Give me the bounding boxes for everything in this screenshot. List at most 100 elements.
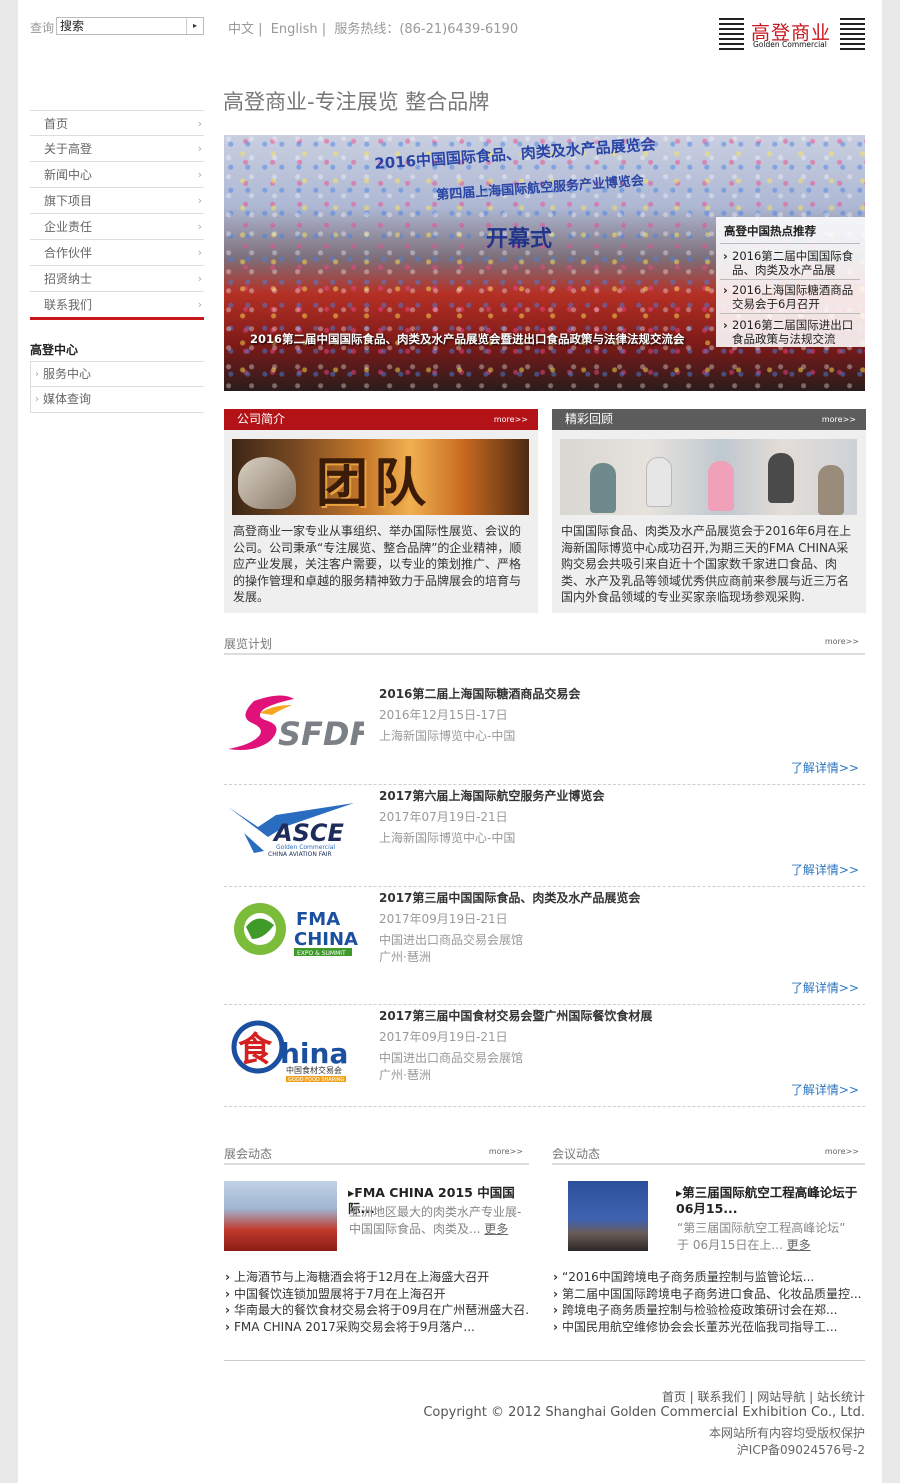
news-item[interactable]: 中国餐饮连锁加盟展将于7月在上海召开 — [224, 1286, 529, 1303]
expo-detail-link[interactable]: 了解详情>> — [791, 1081, 859, 1098]
footer-divider — [224, 1360, 865, 1361]
sidebar-item-projects[interactable]: 旗下项目 — [30, 188, 204, 214]
news-item[interactable]: 中国民用航空维修协会会长董苏光莅临我司指导工... — [552, 1319, 865, 1336]
footer-links: 首页 | 联系我们 | 网站导航 | 站长统计 — [662, 1388, 865, 1405]
svg-text:GOOD FOOD SHARING: GOOD FOOD SHARING — [288, 1077, 344, 1083]
sidebar-item-home[interactable]: 首页 — [30, 110, 204, 137]
review-text: 中国国际食品、肉类及水产品展览会于2016年6月在上海新国际博览中心成功召开,为… — [561, 524, 852, 604]
expo-item: 食 hina 中国食材交易会 GOOD FOOD SHARING 2017第三届… — [224, 1005, 865, 1107]
news-item[interactable]: 第二届中国国际跨境电子商务进口食品、化妆品质量控... — [552, 1286, 865, 1303]
expo-title[interactable]: 2016第二届上海国际糖酒商品交易会 — [379, 685, 580, 702]
news-item[interactable]: 华南最大的餐饮食材交易会将于09月在广州琶洲盛大召... — [224, 1302, 529, 1319]
banner-caption: 2016第二届中国国际食品、肉类及水产品展览会暨进出口食品政策与法律法规交流会 — [250, 332, 685, 346]
expo-plan-title: 展览计划 — [224, 637, 273, 651]
expo-news-more-link[interactable]: more>> — [489, 1147, 523, 1156]
expo-news-thumbnail[interactable] — [224, 1181, 337, 1251]
sidebar-item-service-center[interactable]: 服务中心 — [30, 361, 204, 387]
search-label: 查询 — [30, 21, 55, 35]
team-image-word: 团队 — [316, 454, 433, 514]
company-intro-more-link[interactable]: more>> — [494, 409, 528, 430]
search-input[interactable]: 搜索 — [56, 17, 204, 35]
conf-news-more-link[interactable]: more>> — [825, 1147, 859, 1156]
hot-recommend-panel: 高登中国热点推荐 2016第二届中国国际食品、肉类及水产品展 2016上海国际糖… — [716, 217, 865, 347]
person-figure — [708, 461, 734, 511]
hero-banner[interactable]: 2016中国国际食品、肉类及水产品展览会 第四届上海国际航空服务产业博览会 开幕… — [224, 135, 865, 391]
conf-news-list: “2016中国跨境电子商务质量控制与监管论坛... 第二届中国国际跨境电子商务进… — [552, 1269, 865, 1335]
logo-bars-right-icon — [840, 18, 865, 50]
expo-date: 2016年12月15日-17日 — [379, 708, 508, 722]
hot-item[interactable]: 2016第二届中国国际食品、肉类及水产品展 — [720, 249, 860, 277]
sidebar-item-media-inquiry[interactable]: 媒体查询 — [30, 387, 204, 413]
lang-cn-link[interactable]: 中文 — [228, 22, 254, 37]
expo-venue: 中国进出口商品交易会展馆 — [379, 933, 524, 947]
footer-link-home[interactable]: 首页 — [662, 1390, 686, 1404]
expo-detail-link[interactable]: 了解详情>> — [791, 979, 859, 996]
svg-text:FMA: FMA — [296, 909, 340, 930]
review-more-link[interactable]: more>> — [822, 409, 856, 430]
news-item[interactable]: 上海酒节与上海糖酒会将于12月在上海盛大召开 — [224, 1269, 529, 1286]
review-header: 精彩回顾 more>> — [552, 409, 866, 430]
expo-news-title: 展会动态 — [224, 1147, 273, 1161]
expo-news-feature: ▸FMA CHINA 2015 中国国际... 亚洲地区最大的肉类水产专业展- … — [224, 1181, 529, 1251]
expo-title[interactable]: 2017第六届上海国际航空服务产业博览会 — [379, 787, 604, 804]
hot-item[interactable]: 2016上海国际糖酒商品交易会于6月召开 — [720, 283, 860, 311]
sidebar-item-partners[interactable]: 合作伙伴 — [30, 240, 204, 266]
conf-news-column: 会议动态 more>> ▸第三届国际航空工程高峰论坛于 06月15... “第三… — [552, 1145, 865, 1335]
banner-headline-2: 第四届上海国际航空服务产业博览会 — [435, 173, 645, 204]
expo-title[interactable]: 2017第三届中国食材交易会暨广州国际餐饮食材展 — [379, 1007, 652, 1024]
expo-detail-link[interactable]: 了解详情>> — [791, 759, 859, 776]
brand-logo[interactable]: 高登商业 Golden Commercial — [719, 18, 865, 50]
sidebar-item-about[interactable]: 关于高登 — [30, 136, 204, 162]
conf-news-thumbnail[interactable] — [568, 1181, 648, 1251]
separator: | — [321, 22, 327, 37]
expo-item: FMA CHINA EXPO & SUMMIT 2017第三届中国国际食品、肉类… — [224, 887, 865, 1005]
expo-date: 2017年09月19日-21日 — [379, 912, 508, 926]
conf-news-more-inline-link[interactable]: 更多 — [787, 1238, 811, 1252]
sidebar-item-careers[interactable]: 招贤纳士 — [30, 266, 204, 292]
expo-venue-city: 广州·琶洲 — [379, 1068, 431, 1082]
sidebar-nav: 首页 关于高登 新闻中心 旗下项目 企业责任 合作伙伴 招贤纳士 联系我们 — [30, 110, 204, 318]
expo-plan-more-link[interactable]: more>> — [825, 637, 859, 646]
footer-link-sitemap[interactable]: 网站导航 — [757, 1390, 805, 1404]
svg-text:Golden Commercial: Golden Commercial — [276, 844, 335, 851]
expo-news-more-inline-link[interactable]: 更多 — [484, 1222, 508, 1236]
separator: | — [258, 22, 263, 37]
divider — [720, 243, 860, 244]
wolf-image — [238, 457, 296, 509]
person-figure — [590, 463, 616, 513]
svg-text:SFDF: SFDF — [278, 715, 364, 753]
conf-news-feature-title[interactable]: ▸第三届国际航空工程高峰论坛于 06月15... — [676, 1185, 857, 1217]
expo-detail-link[interactable]: 了解详情>> — [791, 861, 859, 878]
team-image: 团队 — [232, 439, 529, 515]
separator: | — [809, 1390, 814, 1404]
sidebar-item-responsibility[interactable]: 企业责任 — [30, 214, 204, 240]
separator: | — [689, 1390, 694, 1404]
expo-title[interactable]: 2017第三届中国国际食品、肉类及水产品展览会 — [379, 889, 640, 906]
sidebar-item-contact[interactable]: 联系我们 — [30, 292, 204, 318]
china-food-logo: 食 hina 中国食材交易会 GOOD FOOD SHARING — [224, 1013, 364, 1089]
expo-date: 2017年09月19日-21日 — [379, 1030, 508, 1044]
footer-link-contact[interactable]: 联系我们 — [698, 1390, 746, 1404]
sidebar-item-news[interactable]: 新闻中心 — [30, 162, 204, 188]
icp-record[interactable]: 沪ICP备09024576号-2 — [737, 1441, 865, 1458]
conf-news-header: 会议动态 more>> — [552, 1145, 865, 1165]
footer-link-stats[interactable]: 站长统计 — [817, 1390, 865, 1404]
news-item[interactable]: “2016中国跨境电子商务质量控制与监管论坛... — [552, 1269, 865, 1286]
search-button[interactable]: ▸ — [186, 18, 203, 34]
expo-date: 2017年07月19日-21日 — [379, 810, 508, 824]
sfdf-logo: SFDF — [224, 691, 371, 767]
company-intro-title: 公司简介 — [237, 412, 286, 426]
fma-china-logo: FMA CHINA EXPO & SUMMIT — [224, 895, 364, 971]
svg-text:EXPO & SUMMIT: EXPO & SUMMIT — [297, 950, 346, 957]
divider — [720, 279, 860, 280]
hot-item[interactable]: 2016第二届国际进出口食品政策与法规交流 — [720, 318, 860, 346]
news-item[interactable]: FMA CHINA 2017采购交易会将于9月落户... — [224, 1319, 529, 1336]
page: 查询 搜索 ▸ 中文 | English | 服务热线：(86-21)6439-… — [18, 0, 882, 1483]
lang-en-link[interactable]: English — [271, 22, 318, 37]
expo-news-header: 展会动态 more>> — [224, 1145, 529, 1165]
conf-news-title: 会议动态 — [552, 1147, 601, 1161]
asce-logo: ASCE Golden Commercial CHINA AVIATION FA… — [224, 793, 364, 869]
news-item[interactable]: 跨境电子商务质量控制与检验检疫政策研讨会在郑... — [552, 1302, 865, 1319]
svg-text:CHINA: CHINA — [294, 929, 358, 950]
company-intro-box: 公司简介 more>> 团队 高登商业一家专业从事组织、举办国际性展览、会议的公… — [224, 409, 538, 613]
